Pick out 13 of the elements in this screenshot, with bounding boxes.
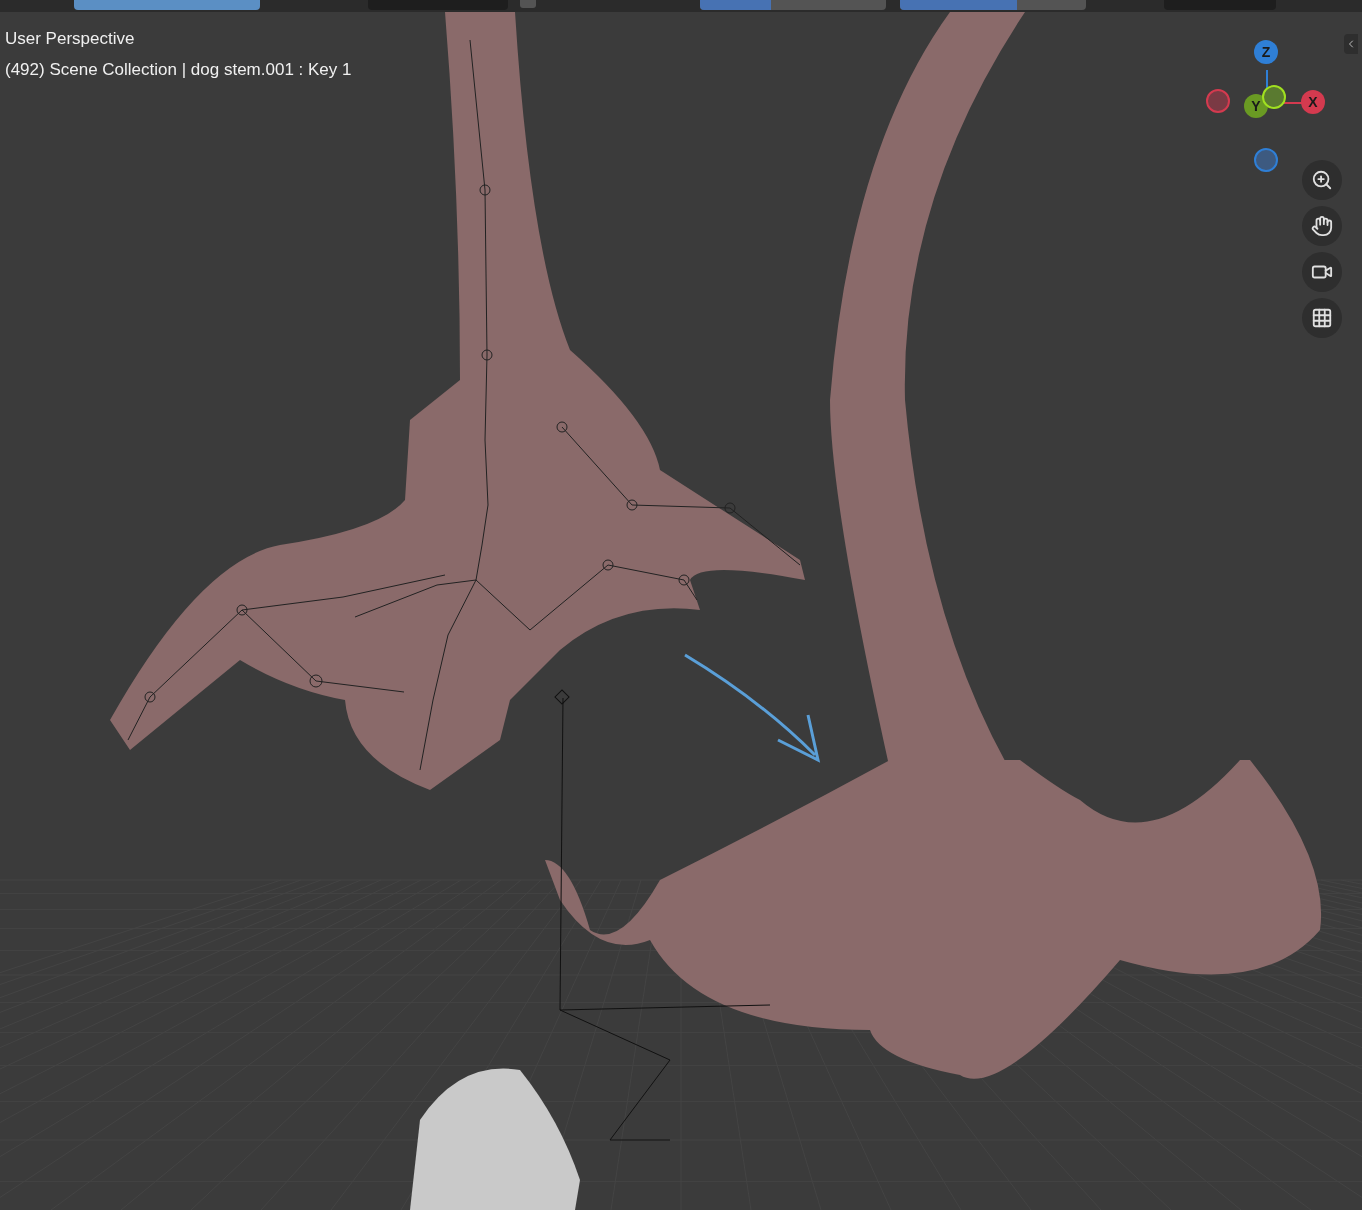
slider-field[interactable] <box>700 0 886 10</box>
slider-field[interactable] <box>900 0 1086 10</box>
object-info-label: (492) Scene Collection | dog stem.001 : Key 1 <box>5 58 352 81</box>
zoom-icon <box>1311 169 1333 191</box>
viewport-nav-button[interactable] <box>1302 298 1342 338</box>
checkbox[interactable] <box>520 0 536 8</box>
sidebar-toggle[interactable] <box>1344 34 1358 54</box>
viewport-nav-button[interactable] <box>1302 206 1342 246</box>
grid-icon <box>1311 307 1333 329</box>
view-name-label: User Perspective <box>5 28 136 50</box>
hand-icon <box>1311 215 1333 237</box>
viewport-nav-button[interactable] <box>1302 252 1342 292</box>
viewport-nav-button[interactable] <box>1302 160 1342 200</box>
